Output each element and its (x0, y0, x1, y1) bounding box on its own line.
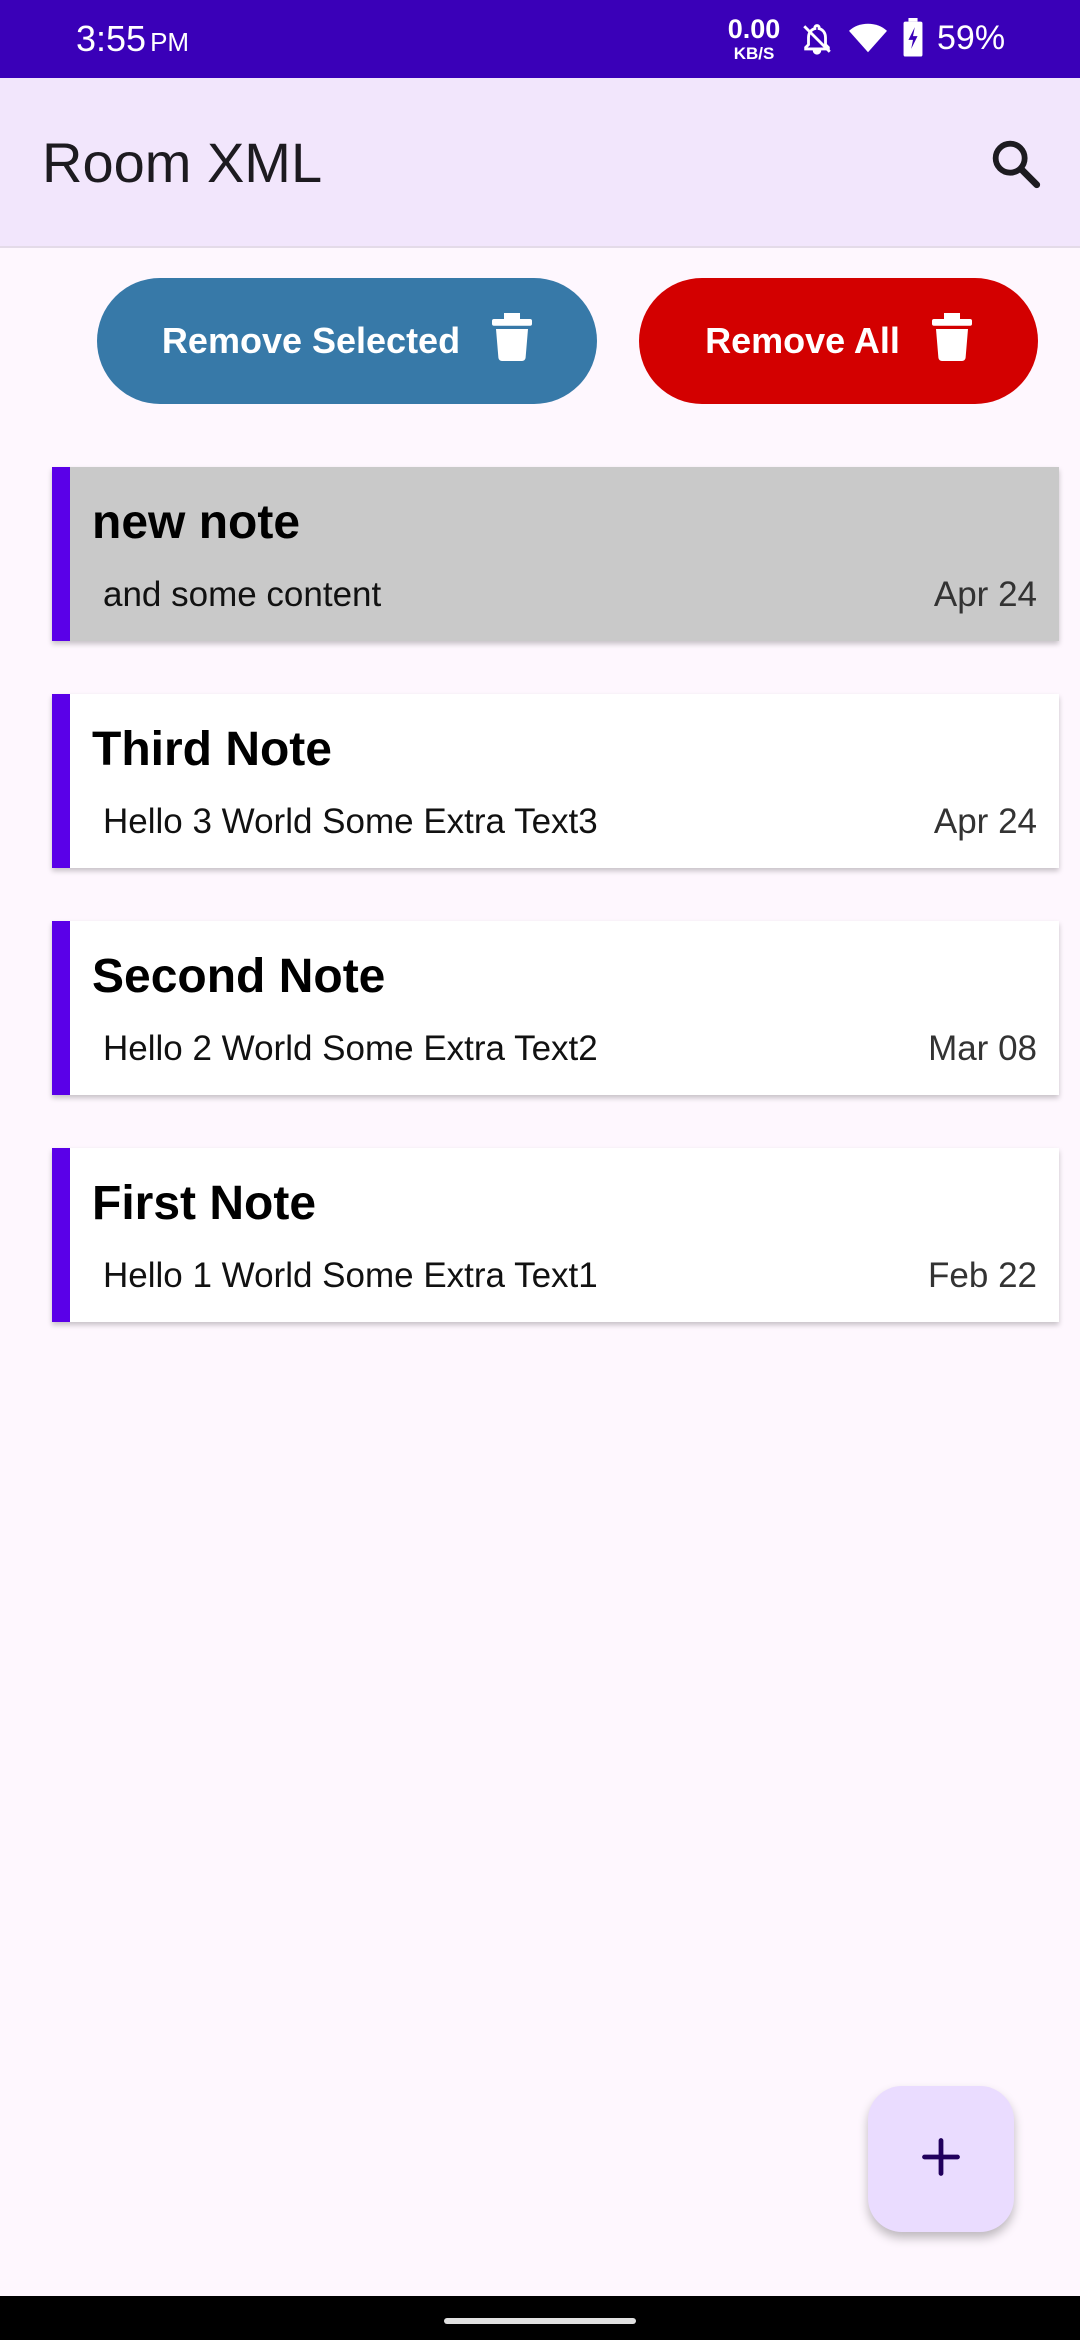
remove-selected-button[interactable]: Remove Selected (97, 278, 597, 404)
search-button[interactable] (986, 134, 1044, 192)
note-card[interactable]: Second Note Hello 2 World Some Extra Tex… (52, 921, 1059, 1095)
note-card[interactable]: new note and some content Apr 24 (52, 467, 1059, 641)
note-content: and some content (103, 575, 382, 614)
status-bar: 3:55 PM 0.00 KB/S 59% (0, 0, 1080, 78)
note-card[interactable]: Third Note Hello 3 World Some Extra Text… (52, 694, 1059, 868)
note-content: Hello 1 World Some Extra Text1 (103, 1256, 598, 1295)
trash-icon (492, 312, 533, 370)
wifi-icon (849, 22, 887, 59)
note-content: Hello 2 World Some Extra Text2 (103, 1029, 598, 1068)
battery-charging-icon (902, 18, 924, 63)
note-date: Apr 24 (933, 802, 1037, 841)
network-speed-unit: KB/S (733, 44, 775, 63)
note-title: Second Note (92, 950, 386, 1003)
note-card[interactable]: First Note Hello 1 World Some Extra Text… (52, 1148, 1059, 1322)
bell-off-icon (800, 20, 834, 63)
search-icon (986, 140, 1044, 196)
note-date: Feb 22 (928, 1256, 1037, 1295)
status-time: 3:55 PM (76, 18, 189, 60)
remove-all-button[interactable]: Remove All (639, 278, 1038, 404)
network-speed-value: 0.00 (727, 14, 781, 44)
network-speed: 0.00 KB/S (726, 14, 782, 63)
note-title: First Note (92, 1177, 317, 1230)
plus-icon (919, 2135, 963, 2184)
remove-selected-label: Remove Selected (161, 320, 461, 361)
note-title: Third Note (92, 723, 332, 776)
note-title: new note (92, 496, 301, 549)
app-title: Room XML (42, 131, 323, 194)
trash-icon (931, 312, 972, 370)
home-indicator[interactable] (444, 2318, 636, 2324)
add-note-fab[interactable] (868, 2086, 1014, 2232)
remove-all-label: Remove All (705, 320, 900, 361)
note-date: Apr 24 (933, 575, 1037, 614)
battery-percentage: 59% (937, 19, 1006, 57)
app-bar: Room XML (0, 78, 1080, 248)
note-content: Hello 3 World Some Extra Text3 (103, 802, 598, 841)
status-time-ampm: PM (150, 27, 190, 57)
note-date: Mar 08 (928, 1029, 1037, 1068)
status-time-value: 3:55 (76, 18, 147, 59)
